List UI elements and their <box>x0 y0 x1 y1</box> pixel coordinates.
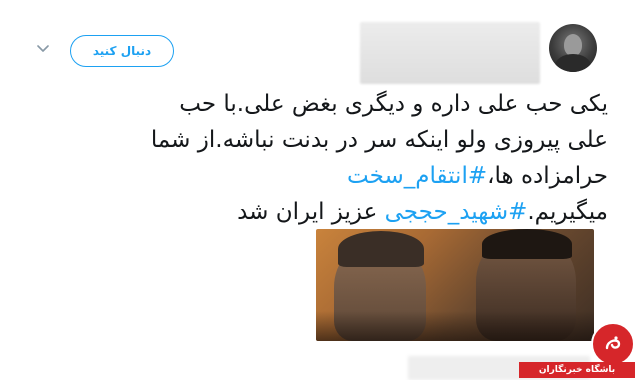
image-figure-right-hair <box>482 229 572 259</box>
avatar-body <box>555 54 591 72</box>
avatar-face <box>564 34 582 56</box>
tweet-text: یکی حب علی داره و دیگری بغض علی.با حب عل… <box>30 86 608 230</box>
follow-button[interactable]: دنبال کنید <box>70 35 174 67</box>
hashtag-link[interactable]: #شهید_حججی <box>385 199 528 225</box>
tweet-line: علی پیروزی ولو اینکه سر در بدنت نباشه.از… <box>30 122 608 158</box>
tweet-text-segment: حرامزاده ها، <box>487 163 608 189</box>
tweet-card: دنبال کنید یکی حب علی داره و دیگری بغض ع… <box>0 0 635 380</box>
tweet-line: یکی حب علی داره و دیگری بغض علی.با حب <box>30 86 608 122</box>
hashtag-link[interactable]: #انتقام_سخت <box>347 163 487 189</box>
tweet-text-segment: یکی حب علی داره و دیگری بغض علی.با حب <box>179 91 608 117</box>
watermark-label: باشگاه خبرنگاران <box>519 362 635 378</box>
tweet-text-segment: عزیز ایران شد <box>237 199 385 225</box>
tweet-line: حرامزاده ها،#انتقام_سخت <box>30 158 608 194</box>
watermark-icon <box>591 322 635 366</box>
avatar[interactable] <box>549 24 597 72</box>
chevron-down-icon[interactable] <box>37 45 49 53</box>
tweet-line: میگیریم.#شهید_حججی عزیز ایران شد <box>30 194 608 230</box>
watermark-logo: باشگاه خبرنگاران <box>519 322 635 380</box>
watermark-glyph-icon <box>605 336 621 350</box>
image-figure-left-hair <box>338 231 424 267</box>
tweet-text-segment: میگیریم. <box>527 199 608 225</box>
tweet-text-segment: علی پیروزی ولو اینکه سر در بدنت نباشه.از… <box>150 127 608 153</box>
blurred-username <box>360 22 540 84</box>
